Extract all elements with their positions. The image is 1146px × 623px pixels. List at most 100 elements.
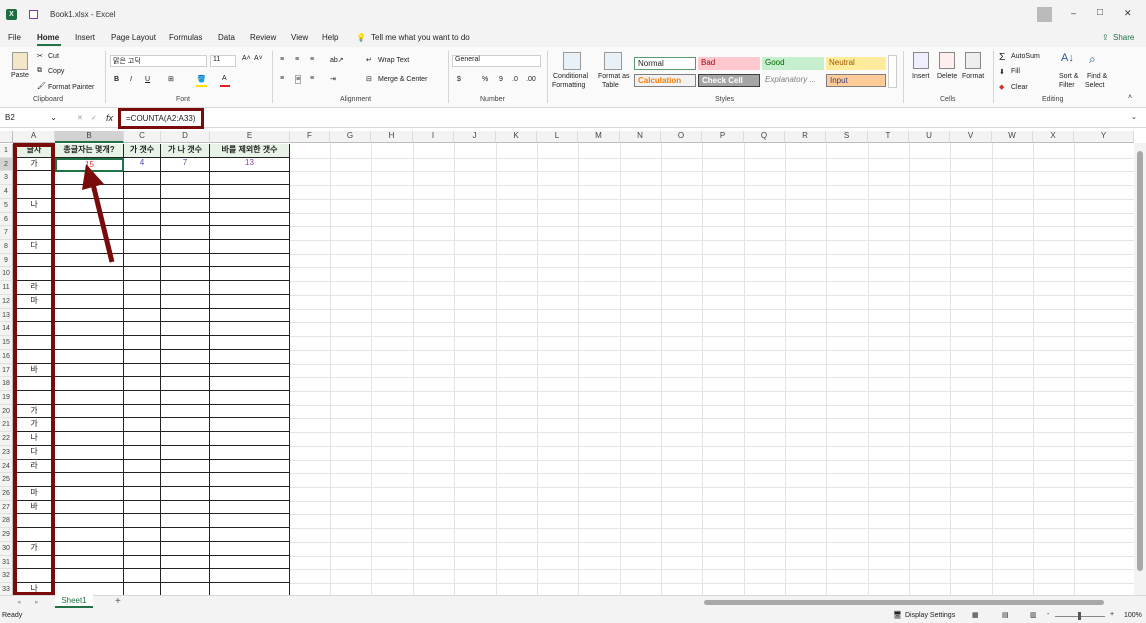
row-header-13[interactable]: 13: [0, 308, 13, 323]
row-header-12[interactable]: 12: [0, 294, 13, 309]
table-cell[interactable]: [55, 432, 124, 446]
maximize-button[interactable]: □: [1097, 7, 1103, 18]
menu-view[interactable]: View: [291, 33, 308, 42]
menu-page-layout[interactable]: Page Layout: [111, 33, 156, 42]
cancel-formula-icon[interactable]: ✕: [77, 114, 83, 122]
prev-sheet-icon[interactable]: ◂: [17, 598, 21, 606]
cell-d1[interactable]: 가 나 갯수: [161, 144, 210, 158]
menu-data[interactable]: Data: [218, 33, 235, 42]
format-as-table-button[interactable]: Format as: [598, 73, 630, 80]
name-box[interactable]: B2 ⌄: [2, 112, 60, 125]
horizontal-scrollbar[interactable]: [698, 598, 1132, 606]
table-cell[interactable]: [124, 473, 161, 487]
table-cell[interactable]: [210, 473, 290, 487]
underline-button[interactable]: U: [145, 76, 150, 83]
table-cell[interactable]: [210, 459, 290, 474]
table-cell[interactable]: [210, 390, 290, 405]
column-header-r[interactable]: R: [785, 131, 826, 143]
table-cell[interactable]: [210, 185, 290, 199]
table-cell[interactable]: [55, 404, 124, 419]
column-header-f[interactable]: F: [290, 131, 330, 143]
next-sheet-icon[interactable]: ▸: [35, 598, 39, 606]
table-cell[interactable]: [161, 459, 210, 474]
collapse-ribbon-icon[interactable]: ˄: [1128, 94, 1132, 101]
table-cell[interactable]: [161, 404, 210, 419]
table-cell[interactable]: [161, 281, 210, 295]
table-cell[interactable]: [210, 308, 290, 323]
table-cell[interactable]: [161, 569, 210, 584]
column-header-x[interactable]: X: [1033, 131, 1074, 143]
table-cell[interactable]: [210, 555, 290, 570]
decimal-increase-icon[interactable]: .0: [512, 76, 518, 83]
decimal-decrease-icon[interactable]: .00: [526, 76, 536, 83]
table-cell[interactable]: [210, 528, 290, 542]
column-header-l[interactable]: L: [537, 131, 578, 143]
row-header-25[interactable]: 25: [0, 473, 13, 487]
row-header-14[interactable]: 14: [0, 322, 13, 337]
table-cell[interactable]: [210, 294, 290, 309]
table-cell[interactable]: [55, 569, 124, 584]
table-cell[interactable]: [161, 363, 210, 378]
table-cell[interactable]: [55, 418, 124, 433]
table-cell[interactable]: [124, 541, 161, 556]
align-top-icon[interactable]: ≡: [280, 56, 284, 63]
fill-button[interactable]: Fill: [1011, 68, 1020, 75]
table-cell[interactable]: [161, 473, 210, 487]
cell-c2[interactable]: 4: [124, 158, 161, 172]
table-cell[interactable]: [210, 569, 290, 584]
autosum-button[interactable]: AutoSum: [1011, 53, 1040, 60]
table-cell[interactable]: [124, 308, 161, 323]
row-header-6[interactable]: 6: [0, 212, 13, 227]
cell-b1[interactable]: 총글자는 몇개?: [55, 144, 124, 158]
account-avatar-icon[interactable]: [1037, 7, 1052, 22]
copy-button[interactable]: Copy: [48, 68, 64, 75]
row-header-18[interactable]: 18: [0, 377, 13, 391]
table-cell[interactable]: [161, 322, 210, 337]
bold-button[interactable]: B: [114, 76, 119, 83]
conditional-formatting-label2[interactable]: Formatting: [552, 82, 585, 89]
column-header-i[interactable]: I: [413, 131, 454, 143]
formula-input[interactable]: [118, 110, 1138, 127]
table-cell[interactable]: [210, 226, 290, 241]
sheet-tab-sheet1[interactable]: Sheet1: [55, 595, 93, 608]
table-cell[interactable]: [55, 363, 124, 378]
style-check-cell[interactable]: Check Cell: [698, 74, 760, 87]
conditional-formatting-button[interactable]: Conditional: [553, 73, 588, 80]
align-left-icon[interactable]: ≡: [280, 75, 284, 82]
row-header-32[interactable]: 32: [0, 569, 13, 584]
table-cell[interactable]: [124, 445, 161, 460]
row-header-24[interactable]: 24: [0, 459, 13, 474]
zoom-level[interactable]: 100%: [1124, 612, 1142, 619]
row-header-31[interactable]: 31: [0, 555, 13, 570]
table-cell[interactable]: [55, 281, 124, 295]
align-center-icon[interactable]: ≡: [295, 75, 302, 84]
horizontal-scroll-thumb[interactable]: [704, 600, 1104, 605]
table-cell[interactable]: [55, 336, 124, 350]
table-cell[interactable]: [124, 322, 161, 337]
table-cell[interactable]: [124, 281, 161, 295]
table-cell[interactable]: [210, 212, 290, 227]
column-header-n[interactable]: N: [620, 131, 661, 143]
table-cell[interactable]: [210, 322, 290, 337]
close-button[interactable]: ✕: [1124, 8, 1132, 19]
table-cell[interactable]: [210, 377, 290, 391]
expand-formula-icon[interactable]: ⌄: [1131, 113, 1137, 121]
align-bottom-icon[interactable]: ≡: [310, 56, 314, 63]
table-cell[interactable]: [161, 500, 210, 515]
formula-text[interactable]: =COUNTA(A2:A33): [126, 114, 195, 123]
table-cell[interactable]: [161, 514, 210, 529]
column-header-m[interactable]: M: [578, 131, 620, 143]
column-header-d[interactable]: D: [161, 131, 210, 143]
style-neutral[interactable]: Neutral: [826, 57, 886, 70]
table-cell[interactable]: [124, 198, 161, 213]
table-cell[interactable]: [124, 349, 161, 364]
table-cell[interactable]: [210, 198, 290, 213]
indent-icon[interactable]: ⇥: [330, 75, 336, 83]
table-cell[interactable]: [210, 432, 290, 446]
page-layout-view-icon[interactable]: ▤: [1002, 611, 1009, 619]
table-cell[interactable]: [161, 267, 210, 282]
table-cell[interactable]: [161, 445, 210, 460]
share-button[interactable]: Share: [1113, 33, 1134, 42]
format-as-table-label2[interactable]: Table: [602, 82, 619, 89]
align-right-icon[interactable]: ≡: [310, 75, 314, 82]
